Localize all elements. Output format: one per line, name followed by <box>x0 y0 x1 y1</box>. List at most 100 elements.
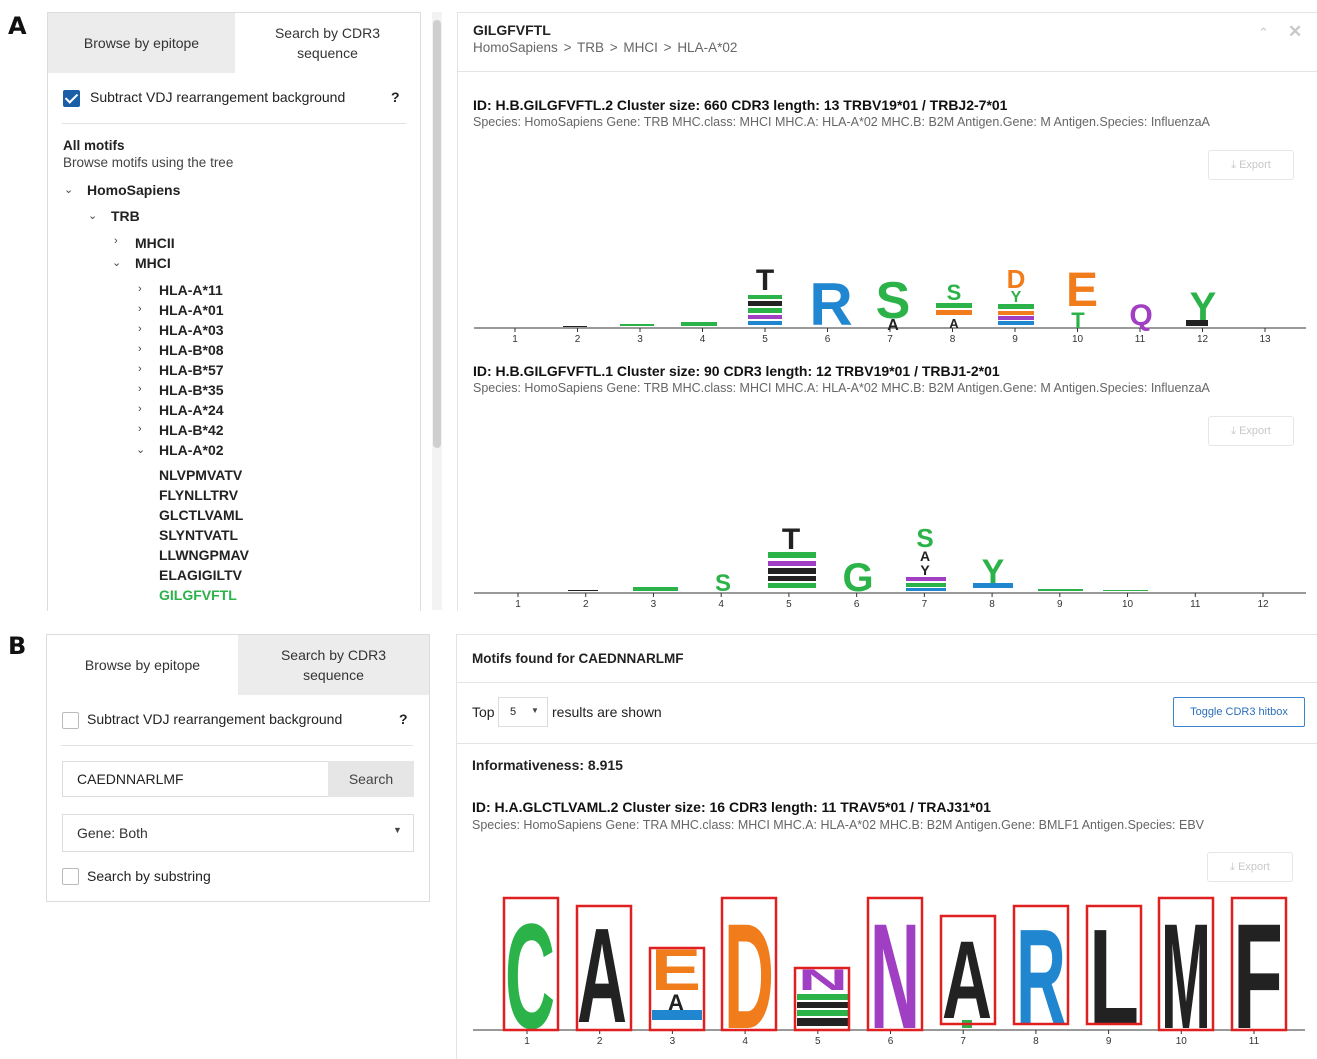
logo-letter: A <box>577 900 627 1051</box>
chevron-right-icon[interactable]: › <box>138 423 142 435</box>
motif-species-line: Species: HomoSapiens Gene: TRB MHC.class… <box>473 115 1210 129</box>
cdr3-search-input[interactable]: CAEDNNARLMF <box>62 761 328 797</box>
chevron-right-icon[interactable]: › <box>138 383 142 395</box>
logo-letter <box>568 590 598 591</box>
axis-tick-label: 5 <box>786 599 792 610</box>
axis-tick-label: 10 <box>1072 334 1084 345</box>
tab-search-by-cdr3[interactable]: Search by CDR3 sequence <box>238 635 429 695</box>
logo-letter: R <box>1016 901 1066 1052</box>
logo-letter: G <box>842 556 873 600</box>
logo-letter: T <box>1071 308 1085 333</box>
tab-search-by-cdr3[interactable]: Search by CDR3 sequence <box>235 13 420 73</box>
logo-letter <box>998 311 1034 315</box>
download-icon: ⤓ <box>1231 424 1240 437</box>
chevron-right-icon[interactable]: › <box>138 303 142 315</box>
logo-letter <box>797 1018 849 1026</box>
axis-tick-label: 5 <box>762 334 768 345</box>
tree-node-allele[interactable]: HLA-B*08 <box>159 341 224 359</box>
tree-node-epitope[interactable]: GLCTLVAML <box>159 506 243 524</box>
sequence-logo-1: 1 2 3 4 5 6 7 8 9 10 11 12 13 T R S A S A D Y <box>474 264 1306 345</box>
tree-node-allele[interactable]: HLA-A*03 <box>159 321 224 339</box>
subtract-background-checkbox[interactable] <box>63 90 80 107</box>
panel-b-sidebar: Browse by epitope Search by CDR3 sequenc… <box>46 634 430 902</box>
chevron-right-icon[interactable]: › <box>138 363 142 375</box>
tree-node-epitope[interactable]: ELAGIGILTV <box>159 566 242 584</box>
tree-node-epitope[interactable]: FLYNLLTRV <box>159 486 238 504</box>
axis-tick-label: 10 <box>1122 599 1134 610</box>
export-button[interactable]: ⤓ Export <box>1208 150 1294 180</box>
breadcrumb-item[interactable]: HLA-A*02 <box>677 40 737 55</box>
chevron-down-icon[interactable]: ⌄ <box>136 443 145 456</box>
logo-letter: S <box>947 280 962 305</box>
chevron-right-icon[interactable]: › <box>114 235 118 247</box>
tab-browse-by-epitope[interactable]: Browse by epitope <box>48 13 235 73</box>
logo-letter <box>748 321 782 325</box>
chevron-right-icon[interactable]: › <box>138 323 142 335</box>
scrollbar-thumb[interactable] <box>433 20 441 448</box>
help-icon[interactable]: ? <box>399 711 408 727</box>
logo-letter: T <box>782 523 800 556</box>
axis-tick-label: 1 <box>512 334 518 345</box>
divider <box>457 743 1317 744</box>
substring-label: Search by substring <box>87 868 211 884</box>
close-icon[interactable]: ✕ <box>1288 22 1302 42</box>
chevron-down-icon[interactable]: ⌄ <box>88 209 97 222</box>
logo-letter: S <box>715 570 731 597</box>
substring-checkbox[interactable] <box>62 868 79 885</box>
breadcrumb-item[interactable]: HomoSapiens <box>473 40 558 55</box>
tree-node-epitope[interactable]: NLVPMVATV <box>159 466 242 484</box>
logo-letter: Y <box>920 562 930 578</box>
gene-select[interactable]: Gene: Both ▼ <box>62 814 414 852</box>
chevron-down-icon[interactable]: ⌄ <box>112 256 121 269</box>
sequence-logo-cdr3: 1 2 3 4 5 6 7 8 9 10 11 C A E A D N N A R L M F <box>473 892 1305 1055</box>
toggle-cdr3-hitbox-button[interactable]: Toggle CDR3 hitbox <box>1173 697 1305 727</box>
cdr3-search-value: CAEDNNARLMF <box>77 771 184 787</box>
axis-tick-label: 2 <box>575 334 581 345</box>
tree-node-mhcii[interactable]: MHCII <box>135 234 175 252</box>
tree-node-allele[interactable]: HLA-A*11 <box>159 281 223 299</box>
tree-node-allele[interactable]: HLA-A*24 <box>159 401 224 419</box>
subtract-background-checkbox[interactable] <box>62 712 79 729</box>
top-count-select[interactable]: 5 ▼ <box>498 697 548 727</box>
chevron-right-icon[interactable]: › <box>138 403 142 415</box>
logo-letter: L <box>1089 901 1139 1052</box>
tree-node-allele[interactable]: HLA-B*42 <box>159 421 224 439</box>
chevron-right-icon[interactable]: › <box>138 343 142 355</box>
logo-letter <box>768 568 816 574</box>
tree-node-epitope[interactable]: LLWNGPMAV <box>159 546 249 564</box>
axis-tick-label: 7 <box>887 334 893 345</box>
tree-node-epitope[interactable]: GILGFVFTL <box>159 586 237 604</box>
export-button[interactable]: ⤓ Export <box>1207 852 1293 882</box>
chevron-down-icon[interactable]: ⌄ <box>64 183 73 196</box>
axis-tick-label: 9 <box>1012 334 1018 345</box>
sequence-logo-2: 1 2 3 4 5 6 7 8 9 10 11 12 T S G S A Y Y <box>474 523 1306 610</box>
tree-node-epitope[interactable]: SLYNTVATL <box>159 526 238 544</box>
tree-node-allele[interactable]: HLA-B*35 <box>159 381 224 399</box>
logo-letter <box>768 561 816 566</box>
tree-node-allele[interactable]: HLA-A*02 <box>159 441 224 459</box>
logo-letter <box>797 1002 849 1008</box>
chevron-up-icon[interactable]: ⌃ <box>1258 25 1269 41</box>
axis-tick-label: 4 <box>700 334 706 345</box>
motif-id-line: ID: H.B.GILGFVFTL.2 Cluster size: 660 CD… <box>473 97 1008 113</box>
tree-node-allele[interactable]: HLA-A*01 <box>159 301 224 319</box>
axis-tick-label: 1 <box>515 599 521 610</box>
tree-node-allele[interactable]: HLA-B*57 <box>159 361 224 379</box>
all-motifs-title: All motifs <box>63 138 125 153</box>
logo-letter <box>906 577 946 581</box>
export-label: Export <box>1239 159 1271 171</box>
tree-node-species[interactable]: HomoSapiens <box>87 181 180 199</box>
help-icon[interactable]: ? <box>391 89 400 105</box>
panel-b-main: Motifs found for CAEDNNARLMF Top 5 ▼ res… <box>456 634 1317 1059</box>
breadcrumb-item[interactable]: TRB <box>577 40 604 55</box>
tree-node-gene[interactable]: TRB <box>111 207 140 225</box>
tab-browse-by-epitope[interactable]: Browse by epitope <box>47 635 238 695</box>
chevron-right-icon[interactable]: › <box>138 283 142 295</box>
tree-node-mhci[interactable]: MHCI <box>135 254 171 272</box>
export-button[interactable]: ⤓ Export <box>1208 416 1294 446</box>
breadcrumb-separator: > <box>663 40 672 55</box>
breadcrumb-item[interactable]: MHCI <box>623 40 658 55</box>
logo-letter <box>681 322 717 326</box>
axis-tick-label: 8 <box>950 334 956 345</box>
search-button[interactable]: Search <box>328 761 414 797</box>
